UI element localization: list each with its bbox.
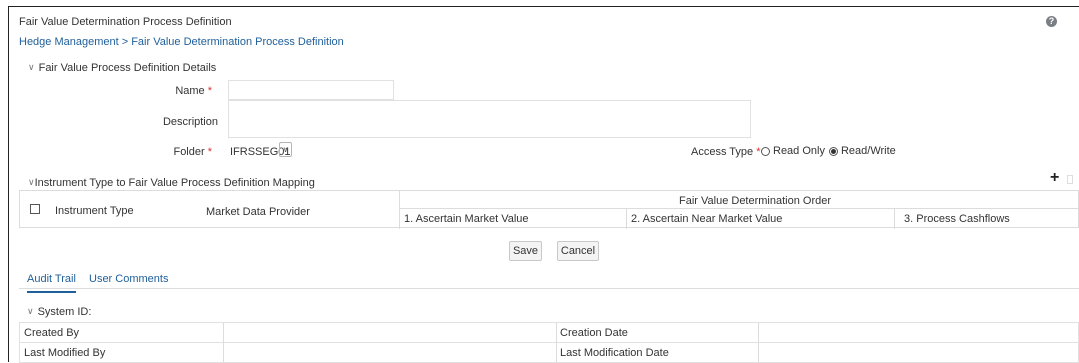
radio-read-write-label: Read/Write	[840, 145, 896, 157]
folder-label-text: Folder	[173, 146, 205, 158]
col-ascertain-market-value[interactable]: 1. Ascertain Market Value	[404, 213, 529, 225]
cancel-button[interactable]: Cancel	[557, 241, 599, 261]
creation-date-label: Creation Date	[560, 327, 628, 339]
delete-icon[interactable]	[1067, 175, 1073, 184]
folder-label: Folder *	[12, 146, 212, 158]
tab-audit-trail[interactable]: Audit Trail	[27, 273, 76, 293]
last-modified-by-label: Last Modified By	[24, 347, 106, 359]
system-id-label: System ID:	[37, 306, 92, 318]
save-button[interactable]: Save	[509, 241, 542, 261]
access-type-radio-group: Read Only Read/Write	[761, 145, 896, 157]
name-label-text: Name	[175, 85, 205, 97]
breadcrumb[interactable]: Hedge Management > Fair Value Determinat…	[19, 36, 344, 48]
tab-user-comments[interactable]: User Comments	[89, 273, 168, 285]
name-input[interactable]	[228, 80, 394, 100]
required-marker: *	[207, 85, 212, 97]
help-icon[interactable]: ?	[1046, 16, 1057, 27]
required-marker: *	[756, 146, 761, 158]
folder-dropdown-chevron-icon[interactable]: ∨	[279, 142, 292, 157]
chevron-down-icon: ∨	[28, 62, 35, 72]
chevron-down-icon: ∨	[28, 177, 35, 187]
page-title: Fair Value Determination Process Definit…	[19, 16, 232, 28]
col-group-fair-value-order: Fair Value Determination Order	[679, 195, 832, 207]
mapping-section-header[interactable]: ∨Instrument Type to Fair Value Process D…	[28, 177, 315, 189]
chevron-down-icon: ∨	[27, 306, 34, 316]
mapping-section-label: Instrument Type to Fair Value Process De…	[34, 177, 315, 189]
col-process-cashflows[interactable]: 3. Process Cashflows	[904, 213, 1010, 225]
name-label: Name *	[12, 85, 212, 97]
description-label: Description	[162, 116, 218, 128]
radio-read-only-label: Read Only	[773, 145, 825, 157]
col-ascertain-near-market-value[interactable]: 2. Ascertain Near Market Value	[631, 213, 782, 225]
radio-read-write[interactable]	[828, 146, 838, 156]
details-section-label: Fair Value Process Definition Details	[38, 62, 217, 74]
audit-row-created	[19, 322, 1079, 343]
col-instrument-type[interactable]: Instrument Type	[55, 205, 134, 217]
radio-read-only[interactable]	[761, 146, 770, 156]
select-all-checkbox[interactable]	[30, 204, 40, 214]
tabs-divider	[19, 288, 1079, 289]
audit-row-modified	[19, 342, 1079, 363]
col-market-data-provider[interactable]: Market Data Provider	[206, 206, 310, 218]
last-modification-date-label: Last Modification Date	[560, 347, 669, 359]
required-marker: *	[207, 146, 212, 158]
access-type-label-text: Access Type	[691, 146, 754, 158]
system-id-header[interactable]: ∨ System ID:	[27, 306, 91, 318]
add-icon[interactable]: +	[1050, 169, 1059, 187]
created-by-label: Created By	[24, 327, 80, 339]
radio-selected-dot	[830, 148, 836, 154]
details-section-header[interactable]: ∨ Fair Value Process Definition Details	[28, 62, 216, 74]
description-textarea[interactable]	[228, 100, 751, 138]
access-type-label: Access Type *	[691, 146, 761, 158]
